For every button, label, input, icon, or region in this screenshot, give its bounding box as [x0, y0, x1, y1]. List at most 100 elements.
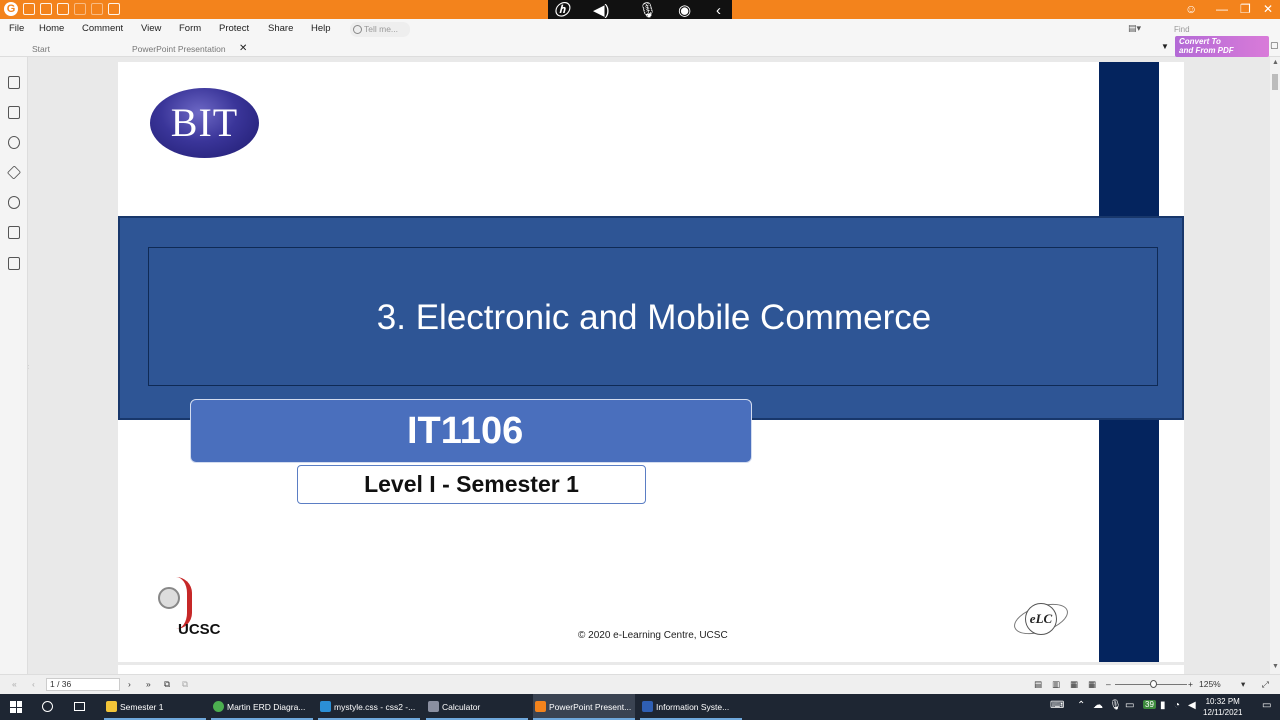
microphone-icon[interactable]: 🎙: [638, 1, 657, 21]
tab-start[interactable]: Start: [32, 44, 50, 54]
zoom-in-icon[interactable]: +: [1188, 679, 1193, 689]
clock-time: 10:32 PM: [1205, 697, 1240, 706]
taskbar-item-label: mystyle.css - css2 -...: [334, 702, 416, 712]
keyboard-icon[interactable]: ⌨: [1050, 700, 1064, 711]
zoom-out-icon[interactable]: –: [1106, 679, 1111, 689]
page-number-field[interactable]: 1 / 36: [46, 678, 120, 691]
continuous-facing-view-icon[interactable]: ▦: [1088, 679, 1096, 690]
restore-icon[interactable]: ❐: [1240, 1, 1251, 18]
next-page-icon[interactable]: ›: [128, 679, 131, 689]
redo-icon[interactable]: [91, 3, 103, 15]
word-icon: [642, 701, 653, 712]
menu-help[interactable]: Help: [311, 23, 331, 34]
menu-comment[interactable]: Comment: [82, 23, 123, 34]
extract-page-icon[interactable]: ⧉: [182, 679, 188, 690]
notification-count-badge[interactable]: 39: [1143, 700, 1156, 709]
insert-page-icon[interactable]: ⧉: [164, 679, 170, 690]
microphone-tray-icon[interactable]: 🎙: [1109, 700, 1122, 711]
previous-page-icon[interactable]: ‹: [32, 679, 35, 689]
menu-form[interactable]: Form: [179, 23, 201, 34]
scroll-up-icon[interactable]: ▲: [1272, 59, 1279, 66]
foxit-reader-icon: [535, 701, 546, 712]
tell-me-search[interactable]: Tell me...: [350, 22, 410, 37]
close-tab-icon[interactable]: ✕: [239, 43, 247, 54]
undo-icon[interactable]: [74, 3, 86, 15]
facing-view-icon[interactable]: ▦: [1070, 679, 1078, 690]
taskbar-item-powerpoint-pdf[interactable]: PowerPoint Present...: [533, 694, 635, 720]
zoom-dropdown-icon[interactable]: ▾: [1241, 679, 1245, 690]
taskbar-item-label: Information Syste...: [656, 702, 730, 712]
zoom-level[interactable]: 125%: [1199, 679, 1221, 689]
open-folder-icon[interactable]: [23, 3, 35, 15]
broadcast-icon[interactable]: ◉: [678, 1, 691, 21]
speaker-icon[interactable]: ◀): [593, 1, 610, 21]
bookmark-icon[interactable]: [8, 76, 20, 89]
onedrive-icon[interactable]: ☁: [1093, 700, 1103, 711]
status-bar: « ‹ 1 / 36 › » ⧉ ⧉ ▤ ▥ ▦ ▦ – + 125% ▾ ⤢: [0, 674, 1280, 694]
convert-pdf-banner[interactable]: Convert To and From PDF: [1175, 36, 1269, 57]
account-icon[interactable]: ☺: [1185, 1, 1197, 18]
last-page-icon[interactable]: »: [146, 679, 151, 689]
comments-icon[interactable]: [8, 136, 20, 149]
single-page-view-icon[interactable]: ▤: [1034, 679, 1042, 690]
save-icon[interactable]: [40, 3, 52, 15]
taskbar-item-semester-1[interactable]: Semester 1: [104, 694, 206, 720]
copyright-text: © 2020 e-Learning Centre, UCSC: [578, 630, 728, 641]
tab-powerpoint-presentation[interactable]: PowerPoint Presentation: [132, 44, 226, 54]
continuous-view-icon[interactable]: ▥: [1052, 679, 1060, 690]
layers-icon[interactable]: [6, 165, 22, 180]
action-center-icon[interactable]: ▭: [1262, 700, 1271, 711]
attachments-icon[interactable]: [8, 196, 20, 209]
menu-protect[interactable]: Protect: [219, 23, 249, 34]
zoom-slider-thumb[interactable]: [1150, 680, 1157, 688]
taskbar-item-chrome[interactable]: Martin ERD Diagra...: [211, 694, 313, 720]
elc-label: eLC: [1025, 603, 1057, 635]
show-hidden-icons-chevron-icon[interactable]: ⌃: [1077, 700, 1085, 711]
collapse-chevron-icon[interactable]: ‹: [716, 1, 721, 21]
network-icon[interactable]: ▭: [1125, 700, 1134, 711]
menu-file[interactable]: File: [9, 23, 24, 34]
close-window-icon[interactable]: ✕: [1263, 1, 1273, 18]
convert-banner-close-icon[interactable]: ▢: [1270, 40, 1280, 54]
taskbar-item-label: Calculator: [442, 702, 481, 712]
menu-view[interactable]: View: [141, 23, 161, 34]
find-input[interactable]: Find: [1172, 23, 1252, 37]
system-clock[interactable]: 10:32 PM 12/11/2021: [1203, 696, 1242, 718]
pages-icon[interactable]: [8, 106, 20, 119]
slide-title: 3. Electronic and Mobile Commerce: [376, 298, 932, 337]
minimize-icon[interactable]: —: [1216, 1, 1228, 18]
taskbar-item-word[interactable]: Information Syste...: [640, 694, 742, 720]
wifi-icon[interactable]: ◔: [1174, 700, 1180, 711]
slide-page: BIT 3. Electronic and Mobile Commerce IT…: [118, 62, 1184, 662]
taskbar-item-calculator[interactable]: Calculator: [426, 694, 528, 720]
vertical-scrollbar[interactable]: ▲ ▼: [1270, 57, 1280, 674]
tab-list-chevron-icon[interactable]: ▼: [1161, 42, 1169, 51]
menu-home[interactable]: Home: [39, 23, 64, 34]
windows-start-icon[interactable]: [10, 701, 22, 713]
menu-share[interactable]: Share: [268, 23, 293, 34]
security-lock-icon[interactable]: [8, 226, 20, 239]
print-icon[interactable]: [57, 3, 69, 15]
layout-options-icon[interactable]: ▤▾: [1128, 23, 1141, 34]
document-tab-bar: Start PowerPoint Presentation ✕ ▼: [0, 41, 1280, 57]
title-frame: 3. Electronic and Mobile Commerce: [148, 247, 1158, 386]
title-bar: G ⓗ ◀) 🎙 ◉ ‹ ☺ — ❐ ✕: [0, 0, 1280, 22]
first-page-icon[interactable]: «: [12, 679, 17, 689]
scroll-down-icon[interactable]: ▼: [1272, 663, 1279, 670]
chrome-icon: [213, 701, 224, 712]
convert-line-1: Convert To: [1179, 37, 1221, 46]
fullscreen-icon[interactable]: ⤢: [1262, 679, 1269, 690]
hp-logo-icon: ⓗ: [554, 2, 570, 19]
task-view-icon[interactable]: [74, 702, 85, 711]
battery-icon[interactable]: ▮: [1160, 700, 1166, 711]
signature-icon[interactable]: [8, 257, 20, 270]
volume-icon[interactable]: ◀: [1188, 700, 1196, 711]
foxit-logo-icon: G: [4, 2, 18, 16]
menu-bar: File Home Comment View Form Protect Shar…: [0, 19, 1280, 41]
taskbar-item-vscode[interactable]: mystyle.css - css2 -...: [318, 694, 420, 720]
customize-quick-access-icon[interactable]: [108, 3, 120, 15]
cortana-search-icon[interactable]: [42, 701, 53, 712]
course-code-box: IT1106: [190, 399, 752, 463]
left-navigation-panel: [0, 57, 28, 674]
scrollbar-thumb[interactable]: [1272, 74, 1278, 90]
